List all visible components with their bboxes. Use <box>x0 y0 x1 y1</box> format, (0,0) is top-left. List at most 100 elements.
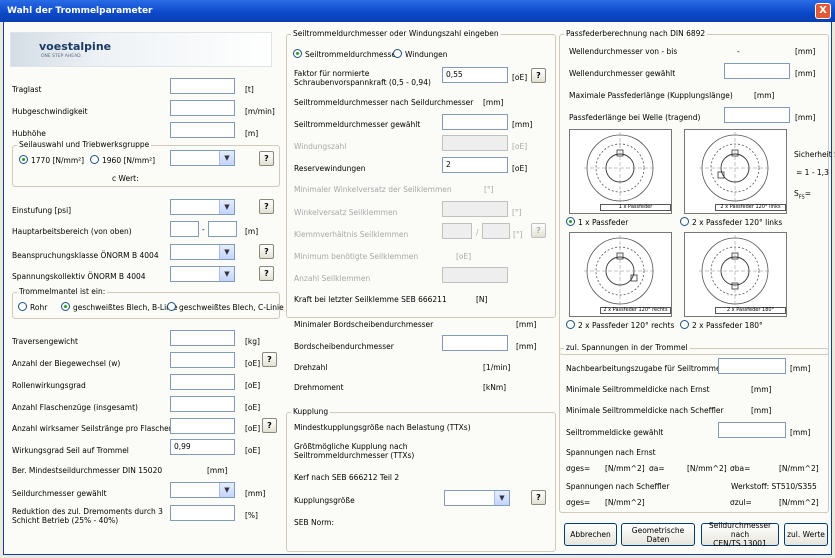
ernst-sges-label: σges= <box>566 464 591 473</box>
triebwerksgruppe-dropdown[interactable]: ▼ <box>170 150 235 166</box>
radio-rohr-dot[interactable] <box>18 302 27 311</box>
radio-1960[interactable]: 1960 [N/mm²] <box>90 155 155 165</box>
traversengewicht-input[interactable] <box>170 330 235 346</box>
reservewindungen-input[interactable]: 2 <box>442 157 508 173</box>
hubgeschwindigkeit-unit: [m/min] <box>245 107 275 116</box>
chevron-down-icon[interactable]: ▼ <box>219 245 234 259</box>
wellen-gewaehlt-unit: [mm] <box>795 69 816 78</box>
radio-120-rechts[interactable]: 2 x Passfeder 120° rechts <box>566 320 674 330</box>
faktor-label-2: Schraubenvorspannkraft (0,5 - 0,94) <box>294 78 431 87</box>
radio-rohr-label: Rohr <box>30 303 48 312</box>
chevron-down-icon[interactable]: ▼ <box>219 200 234 214</box>
help-button-seilstraenge[interactable]: ? <box>262 418 277 433</box>
abbrechen-button[interactable]: Abbrechen <box>564 523 617 546</box>
seildurchmesser-cen-button[interactable]: Seildurchmesser nach CEN/TS 13001 <box>701 521 779 548</box>
wellen-gewaehlt-label: Wellendurchmesser gewählt <box>569 69 676 78</box>
sfs-eq: = <box>804 189 812 198</box>
chevron-down-icon[interactable]: ▼ <box>219 151 234 165</box>
drehzahl-label: Drehzahl <box>294 363 328 372</box>
radio-windungen-dot[interactable] <box>393 49 402 58</box>
help-button-einstufung[interactable]: ? <box>259 199 274 214</box>
faktor-label-1: Faktor für normierte <box>294 69 370 78</box>
mindestseil-unit: [mm] <box>207 466 228 475</box>
klemmverhaeltnis-sep: / <box>476 228 479 237</box>
wirkungsgrad-input[interactable]: 0,99 <box>170 439 235 455</box>
biegewechsel-input[interactable] <box>170 352 235 368</box>
help-button-spannung[interactable]: ? <box>259 266 274 281</box>
help-button-biegewechsel[interactable]: ? <box>262 352 277 367</box>
reduktion-input[interactable] <box>170 505 235 521</box>
rollenwirkungsgrad-input[interactable] <box>170 374 235 390</box>
seilstraenge-input[interactable] <box>170 418 235 434</box>
minwinkel-unit: [°] <box>484 185 494 194</box>
einstufung-dropdown[interactable]: ▼ <box>170 199 235 215</box>
traglast-input[interactable] <box>170 78 235 94</box>
radio-blech-c-dot[interactable] <box>167 302 176 311</box>
passwelle-label: Passfederlänge bei Welle (tragend) <box>569 113 701 122</box>
radio-blech-c[interactable]: geschweißtes Blech, C-Linie <box>167 302 284 312</box>
kraftletzte-unit: [N] <box>476 295 488 304</box>
flaschenzuege-label: Anzahl Flaschenzüge (insgesamt) <box>12 403 138 412</box>
radio-120-links-dot[interactable] <box>680 217 689 226</box>
radio-1770[interactable]: 1770 [N/mm²] <box>19 155 84 165</box>
hauptarbeit-von-input[interactable] <box>170 221 199 237</box>
help-button-seil[interactable]: ? <box>259 151 274 166</box>
dicke-gewaehlt-input[interactable] <box>718 422 786 438</box>
wellen-gewaehlt-input[interactable] <box>724 63 790 79</box>
chevron-down-icon[interactable]: ▼ <box>219 267 234 281</box>
trommel-gewaehlt-unit: [mm] <box>512 120 533 129</box>
sicherheit-label: Sicherheit SFSmin <box>794 150 835 162</box>
minscheffler-label: Minimale Seiltrommeldicke nach Scheffler <box>566 406 724 415</box>
kraftletzte-label: Kraft bei letzter Seilklemme SEB 666211 <box>294 295 447 304</box>
scheffler-sges-label: σges= <box>566 498 591 507</box>
dicke-gewaehlt-unit: [mm] <box>790 428 811 437</box>
flaschenzuege-input[interactable] <box>170 396 235 412</box>
seilgewaehlt-dropdown[interactable]: ▼ <box>170 482 235 498</box>
help-button-faktor[interactable]: ? <box>531 68 546 83</box>
radio-1x-dot[interactable] <box>566 217 575 226</box>
radio-120-rechts-dot[interactable] <box>566 320 575 329</box>
chevron-down-icon[interactable]: ▼ <box>219 483 234 497</box>
radio-1960-dot[interactable] <box>90 155 99 164</box>
hubhoehe-input[interactable] <box>170 122 235 138</box>
radio-seiltrommeldurchmesser[interactable]: Seiltrommeldurchmesser <box>293 49 399 59</box>
hubhoehe-label: Hubhöhe <box>12 129 46 138</box>
zul-werte-button[interactable]: zul. Werte <box>784 523 828 546</box>
radio-180[interactable]: 2 x Passfeder 180° <box>680 320 763 330</box>
nachbearbeitung-input[interactable] <box>718 358 786 374</box>
wellen-von-bis-label: Wellendurchmesser von - bis <box>569 47 678 56</box>
hubgeschwindigkeit-input[interactable] <box>170 100 235 116</box>
trommel-gewaehlt-input[interactable] <box>442 114 508 130</box>
geometrische-daten-button[interactable]: Geometrische Daten <box>621 523 695 546</box>
ernst-sa-label: σa= <box>649 464 665 473</box>
ernst-sba-unit: [N/mm^2] <box>779 464 819 473</box>
dialog-client: voestalpine ONE STEP AHEAD. Traglast [t]… <box>3 22 835 555</box>
radio-1x-passfeder[interactable]: 1 x Passfeder <box>566 217 628 227</box>
kupplungsgroesse-dropdown[interactable]: ▼ <box>444 490 510 506</box>
radio-180-dot[interactable] <box>680 320 689 329</box>
seilauswahl-title: Seilauswahl und Triebwerksgruppe <box>17 140 152 149</box>
traglast-unit: [t] <box>245 85 254 94</box>
radio-120-links[interactable]: 2 x Passfeder 120° links <box>680 217 782 227</box>
radio-rohr[interactable]: Rohr <box>18 302 47 312</box>
radio-windungen[interactable]: Windungen <box>393 49 447 59</box>
hubhoehe-unit: [m] <box>245 129 259 138</box>
beanspruchung-dropdown[interactable]: ▼ <box>170 244 235 260</box>
scheffler-szul-label: σzul= <box>730 498 752 507</box>
passfeder-180-diagram: 2 x Passfeder 180° <box>684 232 787 317</box>
spannungskollektiv-dropdown[interactable]: ▼ <box>170 266 235 282</box>
help-button-kupplung[interactable]: ? <box>531 490 546 505</box>
radio-blech-b[interactable]: geschweißtes Blech, B-Linie <box>61 302 178 312</box>
bord-input[interactable] <box>442 335 508 351</box>
faktor-input[interactable]: 0,55 <box>442 67 508 83</box>
hauptarbeit-bis-input[interactable] <box>208 221 237 237</box>
passwelle-input[interactable] <box>724 107 790 123</box>
help-button-beanspruchung[interactable]: ? <box>259 244 274 259</box>
radio-1770-dot[interactable] <box>19 155 28 164</box>
chevron-down-icon[interactable]: ▼ <box>494 491 509 505</box>
close-button[interactable]: X <box>815 3 831 19</box>
scheffler-sges-unit: [N/mm^2] <box>605 498 645 507</box>
spannungen-title: zul. Spannungen in der Trommel <box>564 343 690 352</box>
radio-durchmesser-dot[interactable] <box>293 49 302 58</box>
radio-blech-b-dot[interactable] <box>61 302 70 311</box>
